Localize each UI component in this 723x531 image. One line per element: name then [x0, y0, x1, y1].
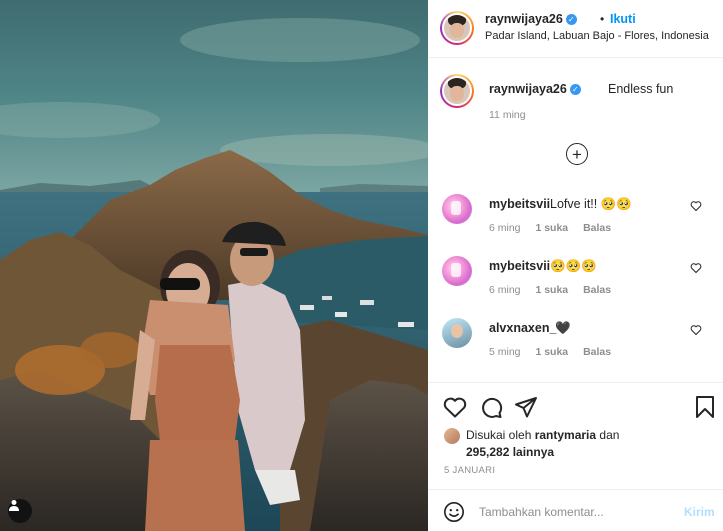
landscape-illustration: [0, 18, 428, 531]
comment-item: mybeitsvii 🥺🥺🥺 6 ming 1 suka Balas: [428, 256, 723, 314]
liker-username[interactable]: rantymaria: [535, 428, 596, 442]
comment-text: 🖤: [555, 321, 571, 335]
send-comment-button[interactable]: Kirim: [684, 505, 715, 519]
author-avatar[interactable]: [440, 11, 474, 45]
commenter-avatar[interactable]: [442, 256, 472, 286]
commenter-avatar[interactable]: [442, 194, 472, 224]
paper-plane-icon[interactable]: [514, 396, 538, 418]
comment-likes[interactable]: 1 suka: [535, 222, 568, 234]
smiley-icon[interactable]: [443, 501, 465, 523]
commenter-avatar[interactable]: [442, 318, 472, 348]
reply-button[interactable]: Balas: [583, 222, 611, 234]
comment-time[interactable]: 5 ming: [489, 346, 521, 358]
post-details-panel: raynwijaya26 ✓ • Ikuti Padar Island, Labu…: [428, 0, 723, 531]
comment-text: Lofve it!! 🥺🥺: [550, 197, 632, 211]
caption-username[interactable]: raynwijaya26 ✓: [489, 82, 581, 96]
post-photo[interactable]: [0, 0, 428, 531]
heart-icon[interactable]: [690, 200, 702, 212]
caption-author-avatar[interactable]: [440, 74, 474, 108]
add-comment-bar: Tambahkan komentar... Kirim: [428, 489, 723, 531]
verified-badge-icon: ✓: [565, 14, 577, 25]
comment-time[interactable]: 6 ming: [489, 222, 521, 234]
caption-text: Endless fun: [608, 82, 674, 96]
reply-button[interactable]: Balas: [583, 284, 611, 296]
comment-meta: 6 ming 1 suka Balas: [489, 284, 623, 296]
post-header: raynwijaya26 ✓ • Ikuti Padar Island, Labu…: [428, 0, 723, 58]
commenter-username[interactable]: alvxnaxen_: [489, 321, 556, 335]
comment-likes[interactable]: 1 suka: [535, 284, 568, 296]
comment-meta: 5 ming 1 suka Balas: [489, 346, 623, 358]
reply-button[interactable]: Balas: [583, 346, 611, 358]
likes-count[interactable]: 295,282 lainnya: [466, 445, 554, 459]
comment-item: alvxnaxen_ 🖤 5 ming 1 suka Balas: [428, 318, 723, 376]
verified-badge-icon: ✓: [569, 84, 581, 95]
user-tag-button[interactable]: [8, 499, 32, 523]
comment-item: mybeitsvii Lofve it!! 🥺🥺 6 ming 1 suka B…: [428, 194, 723, 252]
comment-meta: 6 ming 1 suka Balas: [489, 222, 623, 234]
heart-icon[interactable]: [690, 262, 702, 274]
comment-time[interactable]: 6 ming: [489, 284, 521, 296]
comment-input[interactable]: Tambahkan komentar...: [479, 505, 604, 519]
commenter-username[interactable]: mybeitsvii: [489, 259, 550, 273]
comment-bubble-icon[interactable]: [479, 396, 503, 418]
author-username[interactable]: raynwijaya26 ✓: [485, 12, 577, 26]
commenter-username[interactable]: mybeitsvii: [489, 197, 550, 211]
load-more-comments-button[interactable]: +: [566, 143, 588, 165]
heart-icon[interactable]: [443, 396, 467, 418]
heart-icon[interactable]: [690, 324, 702, 336]
liker-avatar[interactable]: [444, 428, 460, 444]
follow-button[interactable]: Ikuti: [610, 12, 636, 26]
bookmark-icon[interactable]: [695, 396, 715, 418]
post-actions: Disukai oleh rantymaria dan 295,282 lain…: [428, 382, 723, 531]
plus-circle-icon: +: [572, 144, 582, 164]
comment-likes[interactable]: 1 suka: [535, 346, 568, 358]
comment-text: 🥺🥺🥺: [550, 259, 597, 273]
liked-by-line: Disukai oleh rantymaria dan: [466, 428, 620, 442]
person-icon: [9, 500, 19, 511]
separator-dot: •: [600, 12, 605, 26]
post-date[interactable]: 5 JANUARI: [444, 465, 495, 476]
location-link[interactable]: Padar Island, Labuan Bajo - Flores, Indo…: [485, 30, 709, 42]
caption-timestamp[interactable]: 11 ming: [489, 109, 526, 121]
